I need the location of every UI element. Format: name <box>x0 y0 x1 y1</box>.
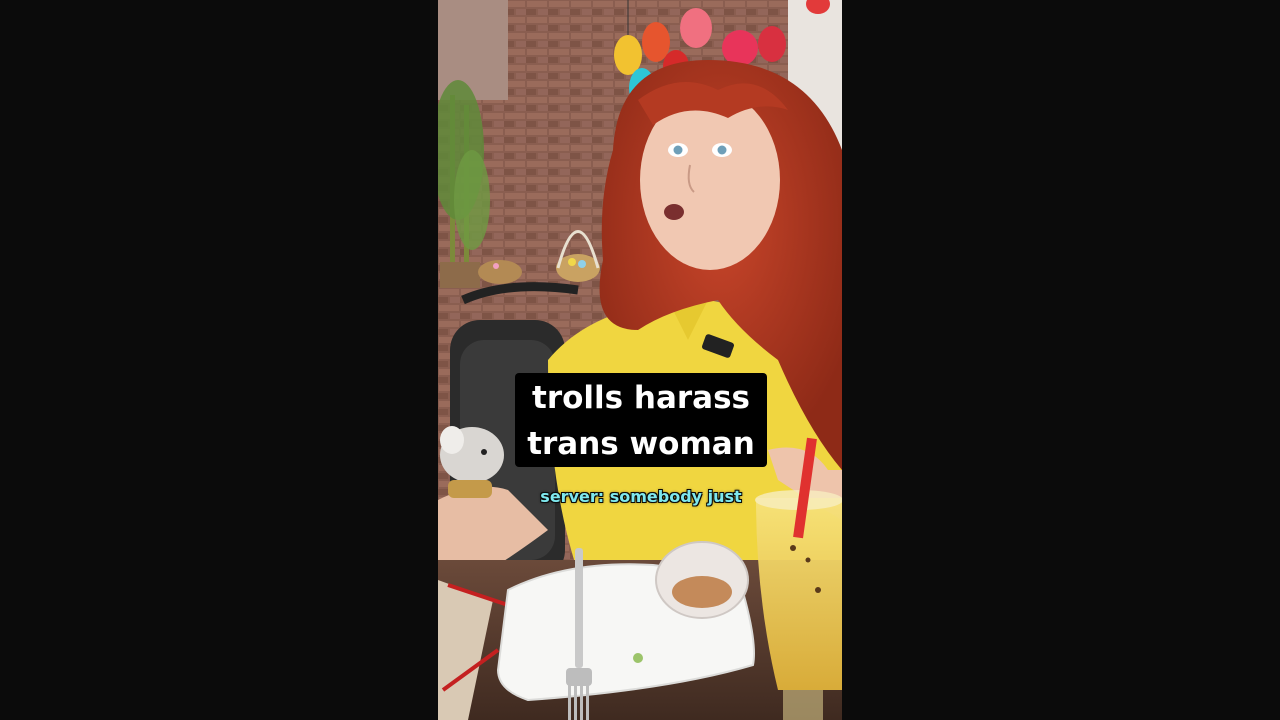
caption-line-1: trolls harass <box>532 380 750 416</box>
video-scene-image <box>438 0 842 720</box>
caption-line-2: trans woman <box>527 426 755 462</box>
speech-subtitle: server: somebody just <box>540 487 742 506</box>
video-player[interactable]: trolls harass trans woman server: somebo… <box>0 0 1280 720</box>
video-frame[interactable] <box>438 0 842 720</box>
